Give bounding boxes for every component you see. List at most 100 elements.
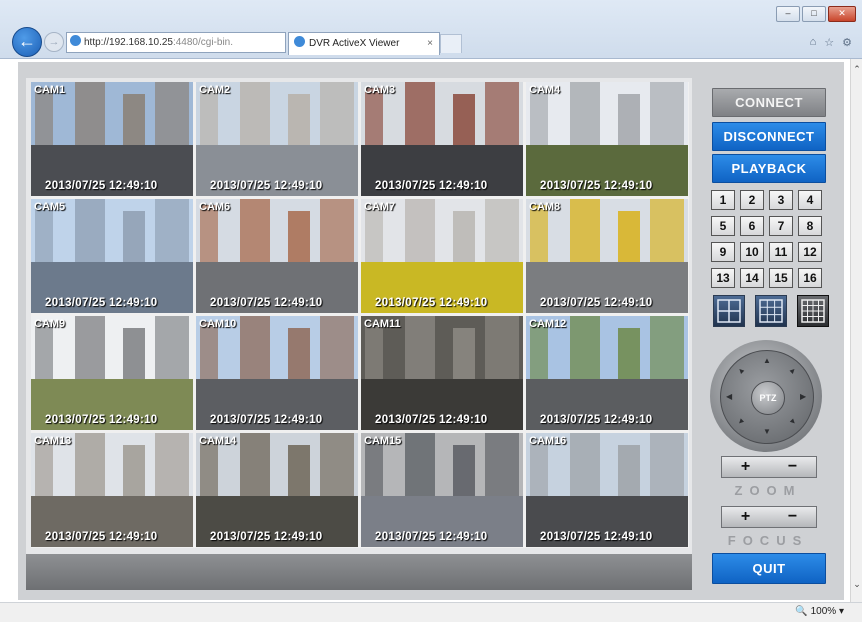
- ptz-down-right-arrow-icon[interactable]: ▼: [787, 416, 799, 428]
- channel-button[interactable]: 14: [740, 268, 764, 288]
- camera-feed-building: [365, 439, 383, 502]
- forward-arrow-icon[interactable]: →: [44, 32, 64, 52]
- camera-tile[interactable]: CAM10 2013/07/25 12:49:10: [196, 316, 358, 430]
- camera-tile[interactable]: CAM2 2013/07/25 12:49:10: [196, 82, 358, 196]
- channel-button[interactable]: 16: [798, 268, 822, 288]
- camera-timestamp: 2013/07/25 12:49:10: [210, 531, 323, 543]
- connect-button[interactable]: CONNECT: [712, 88, 826, 117]
- window-controls: – □ ✕: [776, 6, 856, 22]
- camera-feed-building: [570, 433, 600, 502]
- ptz-down-left-arrow-icon[interactable]: ▼: [735, 416, 747, 428]
- camera-feed-building: [123, 211, 145, 268]
- camera-feed-building: [453, 211, 475, 268]
- channel-button[interactable]: 3: [769, 190, 793, 210]
- zoom-control: + −: [721, 456, 817, 478]
- focus-near-button[interactable]: +: [722, 507, 769, 527]
- channel-button[interactable]: 2: [740, 190, 764, 210]
- ptz-up-left-arrow-icon[interactable]: ▲: [735, 365, 747, 377]
- camera-feed-building: [35, 88, 53, 151]
- camera-tile[interactable]: CAM7 2013/07/25 12:49:10: [361, 199, 523, 313]
- channel-button[interactable]: 10: [740, 242, 764, 262]
- close-window-button[interactable]: ✕: [828, 6, 856, 22]
- layout-selector: [713, 295, 829, 327]
- zoom-in-button[interactable]: +: [722, 457, 769, 477]
- camera-feed-building: [405, 199, 435, 268]
- camera-feed-building: [155, 82, 189, 151]
- channel-button[interactable]: 11: [769, 242, 793, 262]
- channel-button[interactable]: 12: [798, 242, 822, 262]
- zoom-out-button[interactable]: −: [769, 457, 816, 477]
- camera-feed-building: [453, 328, 475, 385]
- ptz-ring[interactable]: ▲ ▼ ◀ ▶ ▲ ▲ ▼ ▼ PTZ: [720, 350, 814, 444]
- disconnect-button[interactable]: DISCONNECT: [712, 122, 826, 151]
- camera-tile[interactable]: CAM3 2013/07/25 12:49:10: [361, 82, 523, 196]
- channel-button[interactable]: 13: [711, 268, 735, 288]
- camera-feed-building: [288, 94, 310, 151]
- camera-tile[interactable]: CAM4 2013/07/25 12:49:10: [526, 82, 688, 196]
- camera-tile[interactable]: CAM8 2013/07/25 12:49:10: [526, 199, 688, 313]
- address-bar[interactable]: http://192.168.10.25:4480/cgi-bin.: [66, 32, 286, 53]
- channel-button[interactable]: 7: [769, 216, 793, 236]
- maximize-button[interactable]: □: [802, 6, 826, 22]
- channel-button[interactable]: 4: [798, 190, 822, 210]
- camera-feed-building: [453, 94, 475, 151]
- ptz-center-button[interactable]: PTZ: [751, 381, 785, 415]
- layout-4x4-button[interactable]: [797, 295, 829, 327]
- layout-3x3-button[interactable]: [755, 295, 787, 327]
- focus-far-button[interactable]: −: [769, 507, 816, 527]
- camera-feed-building: [650, 316, 684, 385]
- playback-button[interactable]: PLAYBACK: [712, 154, 826, 183]
- channel-button[interactable]: 6: [740, 216, 764, 236]
- star-icon[interactable]: ☆: [824, 36, 834, 49]
- camera-feed-building: [570, 199, 600, 268]
- camera-tile[interactable]: CAM12 2013/07/25 12:49:10: [526, 316, 688, 430]
- camera-timestamp: 2013/07/25 12:49:10: [540, 414, 653, 426]
- ptz-joystick[interactable]: ▲ ▼ ◀ ▶ ▲ ▲ ▼ ▼ PTZ: [710, 340, 822, 452]
- camera-label: CAM7: [364, 201, 396, 213]
- ptz-down-arrow-icon[interactable]: ▼: [763, 427, 771, 436]
- tab-close-icon[interactable]: ×: [427, 33, 433, 55]
- new-tab-button[interactable]: [440, 34, 462, 53]
- channel-button[interactable]: 5: [711, 216, 735, 236]
- camera-tile[interactable]: CAM14 2013/07/25 12:49:10: [196, 433, 358, 547]
- ptz-right-arrow-icon[interactable]: ▶: [800, 392, 806, 401]
- camera-timestamp: 2013/07/25 12:49:10: [540, 531, 653, 543]
- back-arrow-icon[interactable]: ←: [12, 27, 42, 57]
- tab-dvr-activex-viewer[interactable]: DVR ActiveX Viewer ×: [288, 32, 440, 55]
- gear-icon[interactable]: ⚙: [842, 36, 852, 49]
- zoom-level[interactable]: 🔍 100% ▾: [795, 606, 844, 617]
- camera-feed-building: [650, 82, 684, 151]
- camera-tile[interactable]: CAM11 2013/07/25 12:49:10: [361, 316, 523, 430]
- camera-feed-building: [320, 82, 354, 151]
- minimize-button[interactable]: –: [776, 6, 800, 22]
- camera-label: CAM4: [529, 84, 561, 96]
- camera-tile[interactable]: CAM5 2013/07/25 12:49:10: [31, 199, 193, 313]
- channel-button[interactable]: 1: [711, 190, 735, 210]
- camera-tile[interactable]: CAM9 2013/07/25 12:49:10: [31, 316, 193, 430]
- camera-tile[interactable]: CAM6 2013/07/25 12:49:10: [196, 199, 358, 313]
- ptz-up-arrow-icon[interactable]: ▲: [763, 356, 771, 365]
- scroll-up-icon[interactable]: ⌃: [851, 63, 862, 75]
- layout-2x2-button[interactable]: [713, 295, 745, 327]
- camera-tile[interactable]: CAM13 2013/07/25 12:49:10: [31, 433, 193, 547]
- vertical-scrollbar[interactable]: ⌃ ⌄: [850, 59, 862, 602]
- camera-feed-building: [618, 328, 640, 385]
- camera-label: CAM9: [34, 318, 66, 330]
- scroll-down-icon[interactable]: ⌄: [851, 578, 862, 590]
- camera-tile[interactable]: CAM1 2013/07/25 12:49:10: [31, 82, 193, 196]
- focus-control: + −: [721, 506, 817, 528]
- ptz-up-right-arrow-icon[interactable]: ▲: [787, 365, 799, 377]
- home-icon[interactable]: ⌂: [810, 36, 817, 49]
- camera-feed-building: [618, 94, 640, 151]
- camera-feed-building: [200, 322, 218, 385]
- camera-timestamp: 2013/07/25 12:49:10: [375, 297, 488, 309]
- camera-timestamp: 2013/07/25 12:49:10: [45, 414, 158, 426]
- camera-tile[interactable]: CAM16 2013/07/25 12:49:10: [526, 433, 688, 547]
- channel-button[interactable]: 15: [769, 268, 793, 288]
- camera-tile[interactable]: CAM15 2013/07/25 12:49:10: [361, 433, 523, 547]
- channel-button[interactable]: 9: [711, 242, 735, 262]
- ptz-left-arrow-icon[interactable]: ◀: [726, 392, 732, 401]
- address-host: http://192.168.10.25: [84, 37, 173, 48]
- quit-button[interactable]: QUIT: [712, 553, 826, 584]
- channel-button[interactable]: 8: [798, 216, 822, 236]
